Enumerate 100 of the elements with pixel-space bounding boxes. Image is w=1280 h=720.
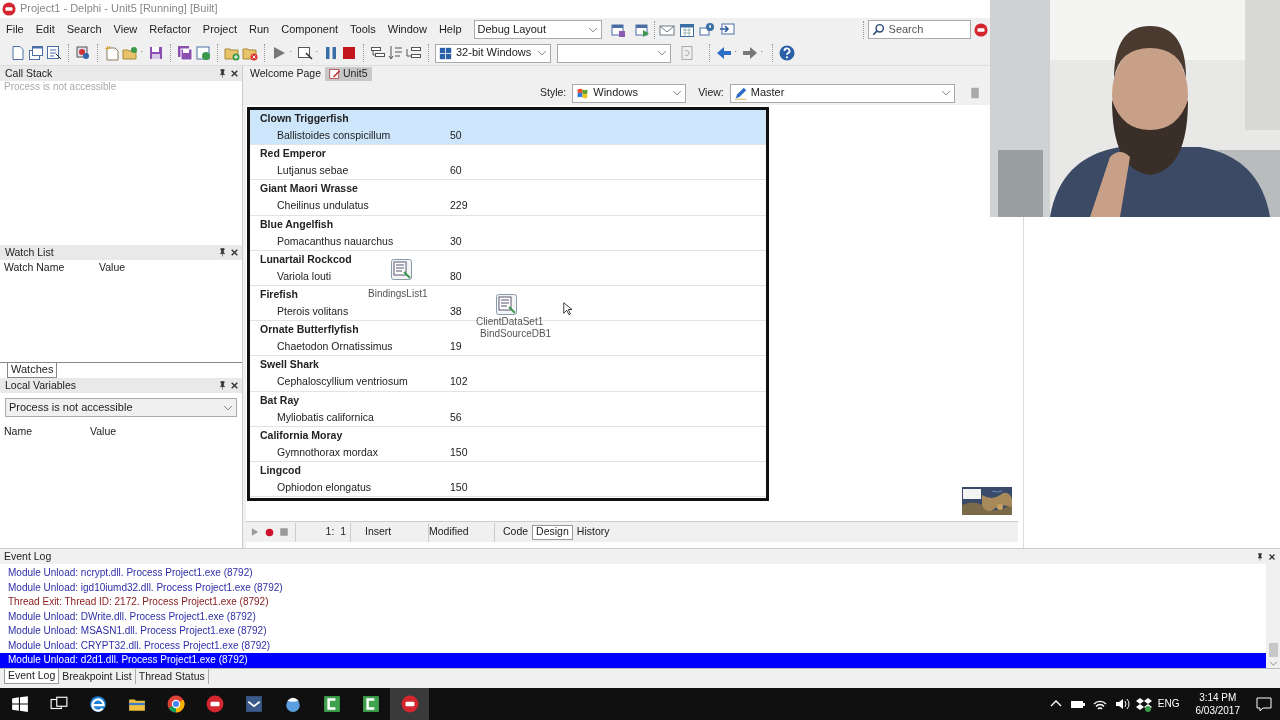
view-combo[interactable]: Master — [729, 83, 955, 103]
stop-icon[interactable] — [341, 45, 357, 61]
log-entry[interactable]: Module Unload: ncrypt.dll. Process Project1.exe (8792) — [0, 566, 1266, 581]
step-over-icon[interactable] — [297, 45, 313, 61]
mail-app-icon[interactable] — [244, 695, 263, 713]
log-entry[interactable]: Thread Exit: Thread ID: 2172. Process Project1.exe (8792) — [0, 595, 1266, 610]
menu-item[interactable]: Project — [196, 22, 244, 37]
start-icon[interactable] — [10, 695, 29, 713]
list-item[interactable]: California Moray Gymnothorax mordax 150 — [250, 426, 766, 462]
save-all-icon[interactable] — [177, 45, 193, 61]
open-folder-icon[interactable] — [122, 45, 138, 61]
scroll-thumb[interactable] — [1268, 643, 1278, 657]
menu-item[interactable]: Help — [432, 22, 468, 37]
menu-item[interactable]: Edit — [29, 22, 61, 37]
step-out-icon[interactable] — [406, 45, 422, 61]
close-icon[interactable] — [1268, 552, 1276, 561]
logo-icon[interactable] — [400, 695, 419, 713]
add-folder-icon[interactable] — [224, 45, 240, 61]
windows-icon[interactable] — [28, 45, 44, 61]
pin-icon[interactable] — [218, 69, 227, 78]
close-icon[interactable] — [230, 248, 239, 257]
log-entry[interactable]: Module Unload: DWrite.dll. Process Project1.exe (8792) — [0, 609, 1266, 624]
menu-item[interactable]: Tools — [344, 22, 382, 37]
log-entry[interactable]: Module Unload: igd10iumd32.dll. Process Project1.exe (8792) — [0, 580, 1266, 595]
help-chat-icon[interactable] — [698, 21, 715, 38]
status-field: Insert — [351, 522, 429, 542]
record-icon[interactable] — [264, 526, 275, 538]
menu-item[interactable]: View — [107, 22, 144, 37]
close-icon[interactable] — [230, 69, 239, 78]
code-app-icon[interactable] — [361, 695, 380, 713]
window-icon[interactable] — [609, 21, 626, 38]
pencil-icon — [733, 86, 747, 100]
code-app-icon[interactable] — [322, 695, 341, 713]
search-field[interactable]: Search — [867, 20, 971, 39]
save-as-icon[interactable] — [195, 45, 211, 61]
component-label: BindingsList1 — [368, 288, 428, 301]
list-item[interactable]: Clown Triggerfish Ballistoides conspicillum 50 — [250, 110, 766, 146]
language-indicator[interactable]: ENG — [1157, 697, 1180, 711]
list-item[interactable]: Swell Shark Cephaloscyllium ventriosum 102 — [250, 356, 766, 392]
new-file-icon[interactable] — [10, 45, 26, 61]
form-icon[interactable] — [46, 45, 62, 61]
notification-icon[interactable] — [1256, 696, 1272, 712]
style-combo[interactable]: Windows — [572, 83, 687, 103]
component-icon[interactable] — [495, 293, 518, 316]
list-item[interactable]: Bat Ray Myliobatis californica 56 — [250, 391, 766, 427]
window-title: Project1 - Delphi - Unit5 [Running] [Built] — [20, 2, 218, 16]
log-entry[interactable]: Module Unload: d2d1.dll. Process Project1.exe (8792) — [0, 653, 1266, 668]
save-icon[interactable] — [148, 45, 164, 61]
pause-icon[interactable] — [323, 45, 339, 61]
menu-item[interactable]: Component — [275, 22, 345, 37]
calendar-icon[interactable] — [678, 21, 695, 38]
menu-item[interactable]: Search — [60, 22, 108, 37]
pin-icon[interactable] — [218, 381, 227, 390]
trace-line-icon[interactable] — [388, 45, 404, 61]
forward-arrow-icon[interactable] — [742, 45, 758, 61]
menu-item[interactable]: Run — [243, 22, 276, 37]
process-combo[interactable]: Process is not accessible — [5, 398, 237, 417]
panel-tab[interactable]: Thread Status — [135, 669, 209, 684]
view-tab[interactable]: Code — [499, 524, 533, 540]
speaker-icon[interactable] — [1113, 696, 1130, 712]
editor-tab[interactable]: Welcome Page — [246, 67, 325, 81]
menu-item[interactable]: Window — [381, 22, 433, 37]
log-entry[interactable]: Module Unload: CRYPT32.dll. Process Project1.exe (8792) — [0, 638, 1266, 653]
view-tab[interactable]: History — [572, 524, 614, 540]
component-icon[interactable] — [75, 45, 91, 61]
help-icon[interactable] — [779, 45, 795, 61]
import-icon[interactable] — [718, 21, 735, 38]
view-tab[interactable]: Design — [532, 524, 573, 540]
menu-item[interactable]: File — [0, 22, 30, 37]
menu-item[interactable]: Refactor — [143, 22, 197, 37]
panel-tab[interactable]: Event Log — [4, 669, 60, 684]
list-item[interactable]: Blue Angelfish Pomacanthus nauarchus 30 — [250, 215, 766, 251]
panel-header: Call Stack — [0, 66, 242, 81]
panel-tab[interactable]: Watches — [7, 363, 58, 378]
clock-date[interactable]: 6/03/2017 — [1195, 704, 1240, 717]
list-item[interactable]: Lingcod Ophiodon elongatus 150 — [250, 461, 766, 498]
component-icon[interactable] — [390, 258, 413, 281]
browser-icon[interactable] — [88, 695, 107, 713]
close-icon[interactable] — [230, 381, 239, 390]
pin-icon[interactable] — [218, 248, 227, 257]
chrome-icon[interactable] — [166, 695, 185, 713]
panel-tab[interactable]: Breakpoint List — [59, 669, 136, 684]
list-item[interactable]: Red Emperor Lutjanus sebae 60 — [250, 145, 766, 181]
clock-time[interactable]: 3:14 PM — [1195, 691, 1240, 704]
list-item[interactable]: Giant Maori Wrasse Cheilinus undulatus 229 — [250, 180, 766, 216]
run-icon[interactable] — [271, 45, 287, 61]
remove-folder-icon[interactable] — [242, 45, 258, 61]
editor-tab[interactable]: Unit5 — [325, 67, 372, 81]
windows-logo-icon — [439, 46, 452, 60]
dropbox-icon[interactable] — [1135, 696, 1152, 712]
logo-icon[interactable] — [205, 695, 224, 713]
layout-combo[interactable]: Debug Layout — [473, 20, 602, 39]
status-field: Modified — [429, 522, 495, 542]
status-field: 1: 1 — [295, 522, 351, 542]
platform-combo[interactable]: 32-bit Windows — [435, 43, 551, 63]
scrollbar[interactable] — [1266, 564, 1280, 668]
log-entry[interactable]: Module Unload: MSASN1.dll. Process Project1.exe (8792) — [0, 624, 1266, 639]
window-run-icon[interactable] — [633, 21, 650, 38]
pin-icon[interactable] — [1256, 552, 1264, 561]
back-arrow-icon[interactable] — [716, 45, 732, 61]
